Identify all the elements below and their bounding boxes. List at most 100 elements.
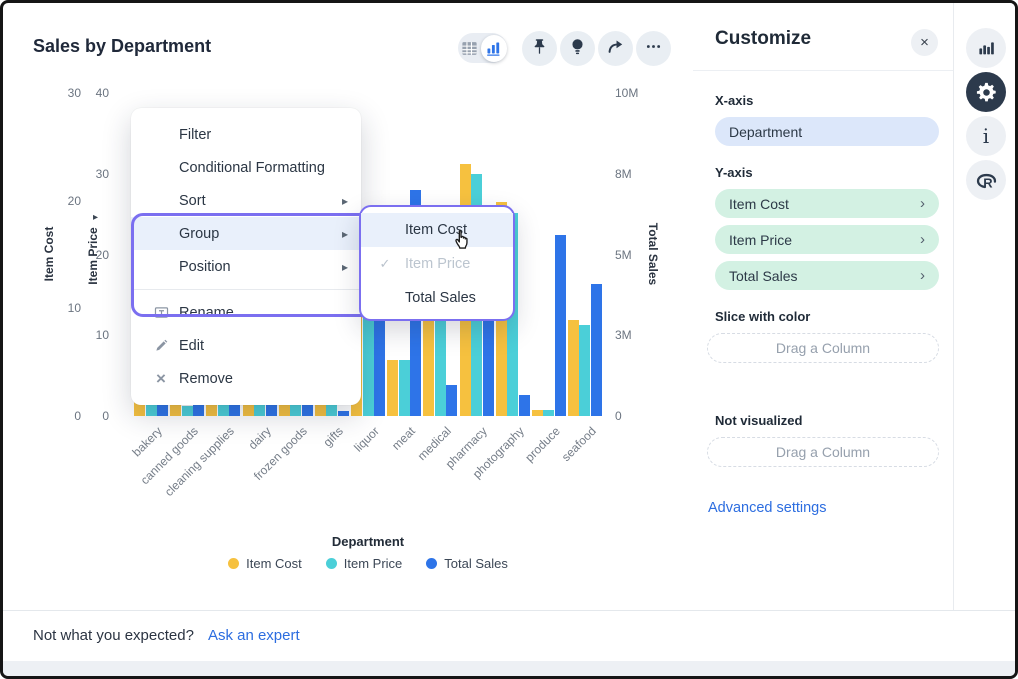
customize-panel-title: Customize (715, 28, 811, 50)
check-icon: ✓ (373, 256, 397, 272)
ask-expert-link[interactable]: Ask an expert (208, 627, 300, 644)
group-submenu: Item Cost ✓ Item Price Total Sales (359, 205, 515, 321)
menu-item-label: Filter (179, 127, 211, 143)
menu-item-position[interactable]: Position▸ (131, 250, 361, 283)
total_sales-tick: 0 (615, 409, 655, 423)
menu-item-label: Sort (179, 193, 206, 209)
advanced-settings-link[interactable]: Advanced settings (708, 500, 827, 516)
view-toggle[interactable] (458, 33, 507, 63)
bottom-strip (3, 661, 1018, 679)
submenu-item-item-cost[interactable]: Item Cost (361, 213, 513, 247)
bar-total_sales[interactable] (338, 411, 349, 416)
chevron-right-icon: › (920, 231, 925, 248)
hand-cursor-icon (450, 227, 476, 258)
submenu-arrow-icon: ▸ (342, 194, 348, 208)
info-button[interactable]: i (966, 116, 1006, 156)
rename-icon (152, 304, 170, 321)
footer: Not what you expected? Ask an expert (33, 627, 300, 644)
remove-icon: × (152, 370, 170, 387)
chevron-right-icon: › (920, 267, 925, 284)
menu-item-filter[interactable]: Filter (131, 118, 361, 151)
footer-question: Not what you expected? (33, 627, 194, 644)
bar-chart-button[interactable] (966, 28, 1006, 68)
share-arrow-button[interactable] (598, 31, 633, 66)
bar-item_price[interactable] (399, 360, 410, 416)
lightbulb-button[interactable] (560, 31, 595, 66)
submenu-item-label: Total Sales (405, 290, 476, 306)
pill-label: Total Sales (729, 268, 797, 284)
menu-divider (131, 289, 361, 290)
bar-item_cost[interactable] (568, 320, 579, 416)
svg-text:R: R (983, 175, 993, 190)
info-icon: i (983, 124, 989, 148)
table-view-icon[interactable] (458, 33, 482, 63)
menu-item-conditional-formatting[interactable]: Conditional Formatting (131, 151, 361, 184)
item_price-tick: 30 (77, 167, 109, 181)
total_sales-tick: 3M (615, 328, 655, 342)
bar-item_cost[interactable] (532, 410, 543, 417)
menu-item-remove[interactable]: ×Remove (131, 362, 361, 395)
bar-total_sales[interactable] (591, 284, 602, 416)
page-title: Sales by Department (33, 36, 211, 57)
submenu-item-total-sales[interactable]: Total Sales (361, 281, 513, 315)
context-menu: FilterConditional FormattingSort▸Group▸P… (131, 108, 361, 405)
slice-drop-target[interactable]: Drag a Column (707, 333, 939, 363)
item_cost-tick: 20 (49, 194, 81, 208)
menu-item-label: Rename (179, 305, 234, 321)
submenu-item-item-price[interactable]: ✓ Item Price (361, 247, 513, 281)
submenu-item-label: Item Price (405, 256, 470, 272)
pin-button[interactable] (522, 31, 557, 66)
bar-item_price[interactable] (182, 406, 193, 417)
item_price-tick: 0 (77, 409, 109, 423)
item_cost-tick: 10 (49, 301, 81, 315)
bar-item_cost[interactable] (387, 360, 398, 416)
not-visualized-section-label: Not visualized (715, 413, 802, 428)
total_sales-axis-title[interactable]: Total Sales (646, 223, 660, 285)
y-axis-pill-item-cost[interactable]: Item Cost › (715, 189, 939, 218)
bar-total_sales[interactable] (519, 395, 530, 416)
menu-item-sort[interactable]: Sort ▸ (131, 184, 361, 217)
item_cost-axis-title[interactable]: Item Cost (42, 227, 56, 282)
item_price-axis-title[interactable]: Item Price (86, 227, 100, 284)
pill-label: Department (729, 124, 802, 140)
not-visualized-drop-target[interactable]: Drag a Column (707, 437, 939, 467)
menu-item-rename[interactable]: Rename (131, 296, 361, 329)
y-axis-pill-item-price[interactable]: Item Price› (715, 225, 939, 254)
settings-gear-button[interactable] (966, 72, 1006, 112)
divider (693, 70, 953, 71)
bar-item_price[interactable] (543, 410, 554, 417)
chevron-right-icon: › (920, 195, 925, 212)
chart-view-icon[interactable] (481, 35, 507, 62)
footer-divider (3, 610, 1018, 611)
bar-total_sales[interactable] (555, 235, 566, 416)
edit-icon (152, 338, 170, 353)
x-axis-pill-department[interactable]: Department (715, 117, 939, 146)
r-logo-button[interactable]: R (966, 160, 1006, 200)
pin-icon (530, 37, 549, 61)
slice-section-label: Slice with color (715, 309, 810, 324)
bar-total_sales[interactable] (483, 313, 494, 416)
menu-item-label: Group (179, 226, 219, 242)
menu-item-label: Position (179, 259, 231, 275)
bar-total_sales[interactable] (446, 385, 457, 416)
share-arrow-icon (606, 37, 625, 61)
menu-item-group[interactable]: Group▸ (131, 217, 361, 250)
bar-item_price[interactable] (579, 325, 590, 416)
app-window: Sales by Department 3020100Item Cost4030… (0, 0, 1018, 679)
x-axis-section-label: X-axis (715, 93, 753, 108)
item_price-menu-arrow-icon[interactable]: ▸ (93, 212, 98, 223)
lightbulb-icon (568, 37, 587, 61)
right-icon-rail: iR (954, 3, 1018, 610)
settings-gear-icon (975, 81, 998, 104)
more-ellipsis-icon (644, 37, 663, 61)
r-logo-icon: R (975, 169, 998, 192)
menu-item-edit[interactable]: Edit (131, 329, 361, 362)
total_sales-tick: 8M (615, 167, 655, 181)
bar-chart-icon (977, 39, 995, 57)
pill-label: Item Cost (729, 196, 789, 212)
more-ellipsis-button[interactable] (636, 31, 671, 66)
menu-item-label: Conditional Formatting (179, 160, 325, 176)
close-icon[interactable]: × (911, 29, 938, 56)
bar-item_cost[interactable] (170, 404, 181, 416)
y-axis-pill-total-sales[interactable]: Total Sales › (715, 261, 939, 290)
